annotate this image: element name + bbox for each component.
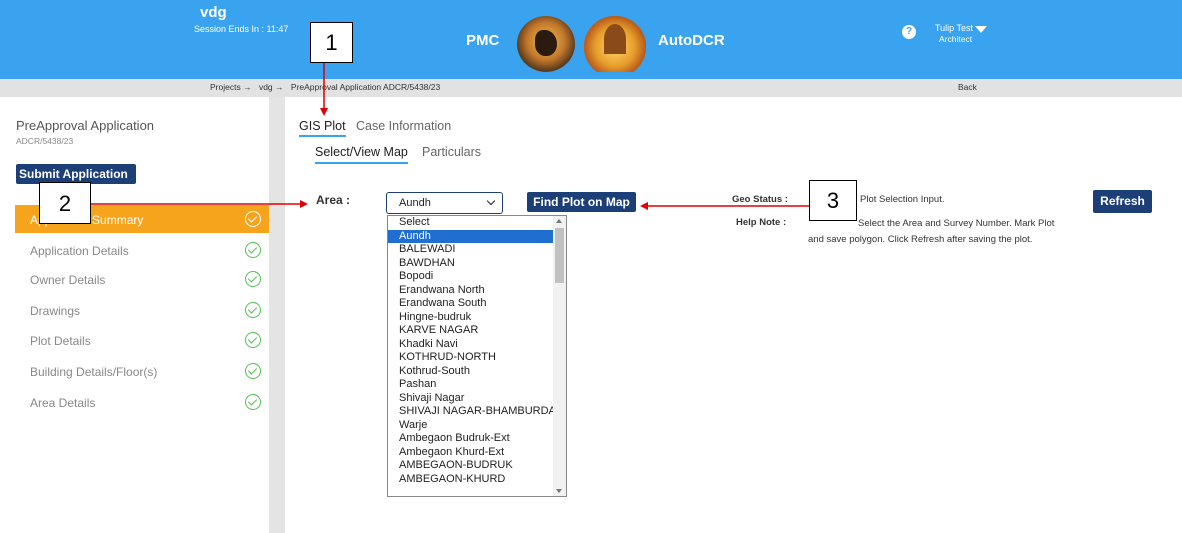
callout-2: 2	[39, 182, 91, 224]
annotation-arrows	[91, 63, 809, 210]
callout-1: 1	[310, 22, 353, 63]
callout-3: 3	[809, 180, 857, 221]
